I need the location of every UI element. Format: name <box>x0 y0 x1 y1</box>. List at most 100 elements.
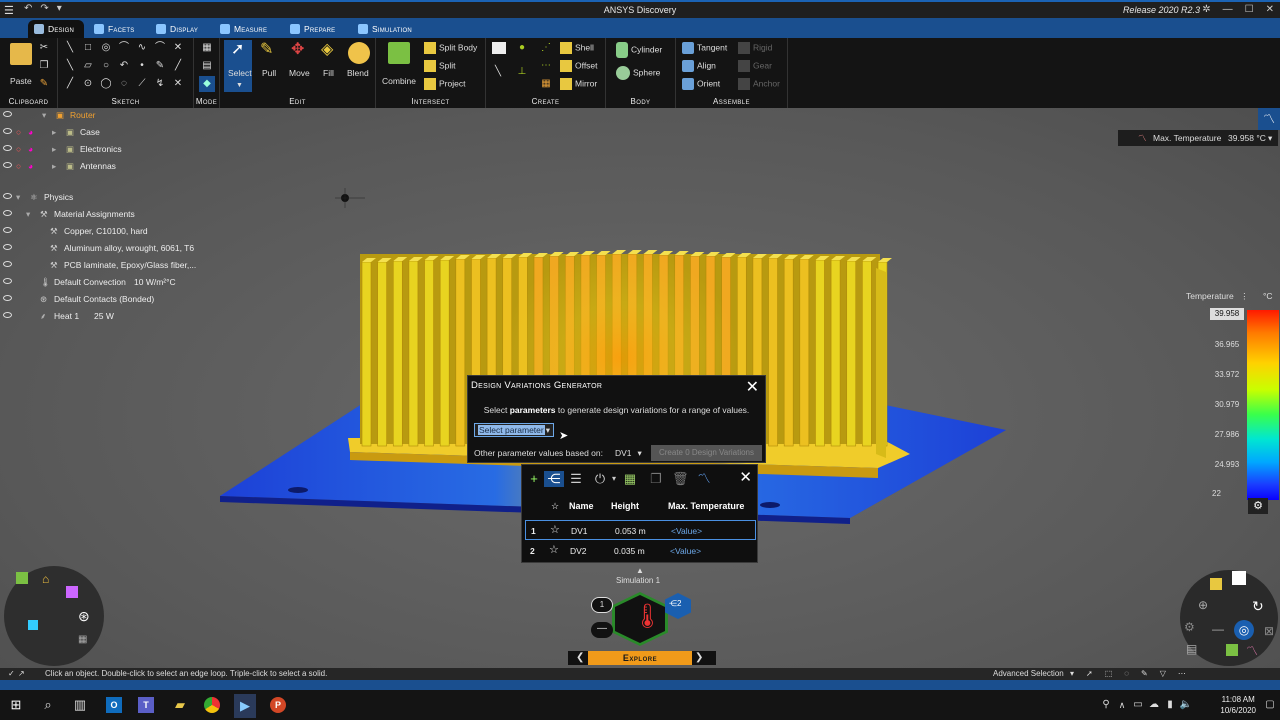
eye-icon[interactable] <box>3 111 12 117</box>
chevron-down-icon[interactable]: ▾ <box>1070 668 1074 680</box>
settings-icon[interactable]: ✲ <box>1202 4 1210 15</box>
network-icon[interactable]: ▭ <box>1130 697 1146 713</box>
expand-icon[interactable]: ▸ <box>52 161 56 172</box>
close-icon[interactable]: ✕ <box>739 468 752 486</box>
curve-icon[interactable]: ↶ <box>118 60 130 72</box>
polygon-icon[interactable]: ▱ <box>82 60 94 72</box>
rigid-button[interactable]: Rigid <box>738 42 772 54</box>
delete-icon[interactable]: 🗑 <box>672 471 689 487</box>
pen-icon[interactable]: ✎ <box>154 60 166 72</box>
up-arrow-icon[interactable]: ▲ <box>636 566 644 575</box>
collapse-icon[interactable]: ▾ <box>16 192 20 203</box>
box-select-icon[interactable]: ⬚ <box>1105 668 1113 680</box>
view-cube-icon[interactable] <box>16 572 28 584</box>
export-icon[interactable]: ▦ <box>622 471 638 487</box>
physics-view-icon[interactable] <box>1226 644 1238 656</box>
line-icon[interactable]: ╲ <box>64 42 76 54</box>
plane-icon[interactable] <box>492 42 506 54</box>
tree-item-material-assignments[interactable]: ▾ ⚒ Material Assignments <box>0 207 150 223</box>
bend-icon[interactable]: ↯ <box>154 78 166 90</box>
point-create-icon[interactable]: ● <box>516 42 528 54</box>
pull-button[interactable]: Pull <box>262 68 276 78</box>
select-parameter-dropdown[interactable]: Select parameter ▾ <box>474 423 554 437</box>
grid-icon[interactable]: ▦ <box>78 634 87 645</box>
point-icon[interactable]: • <box>136 60 148 72</box>
chevron-right-icon[interactable]: ❯ <box>695 651 703 665</box>
file-explorer-icon[interactable]: ▰ <box>172 697 188 713</box>
visibility-icon[interactable]: ○ <box>16 161 21 171</box>
scale-settings-icon[interactable]: ⚙ <box>1248 498 1268 514</box>
eye-icon[interactable] <box>3 145 12 151</box>
tray-up-icon[interactable]: ∧ <box>1114 697 1130 713</box>
tree-item-case[interactable]: ○ ◕ ▸ ▣ Case <box>0 125 140 141</box>
tree-item-electronics[interactable]: ○ ◕ ▸ ▣ Electronics <box>0 142 140 158</box>
outlook-icon[interactable]: O <box>106 697 122 713</box>
selection-mode[interactable]: Advanced Selection <box>993 668 1064 680</box>
eye-icon[interactable] <box>3 312 12 318</box>
volume-icon[interactable]: 🔈 <box>1178 697 1194 713</box>
add-icon[interactable]: + <box>526 471 542 487</box>
line2-icon[interactable]: ╲ <box>64 60 76 72</box>
table-view-icon[interactable]: ☰ <box>568 471 584 487</box>
eye-icon[interactable] <box>3 193 12 199</box>
line3-icon[interactable]: ╱ <box>64 78 76 90</box>
tangent-button[interactable]: Tangent <box>682 42 727 54</box>
rotate-icon[interactable]: ↻ <box>1252 598 1264 615</box>
dotted-circle-icon[interactable]: ◌ <box>118 78 130 90</box>
explore-button[interactable]: Explore <box>588 651 692 665</box>
pan-icon[interactable]: ⊕ <box>1198 598 1208 612</box>
color-wheel-icon[interactable]: ◕ <box>28 127 33 137</box>
tab-simulation[interactable]: Simulation <box>352 20 422 38</box>
spline-icon[interactable]: ∿ <box>136 42 148 54</box>
tab-facets[interactable]: Facets <box>88 20 144 38</box>
chevron-down-icon[interactable]: ▾ <box>606 471 622 487</box>
results-chart-icon[interactable]: 〽 <box>1258 108 1280 130</box>
axis-icon[interactable]: ╲ <box>492 66 504 78</box>
tab-prepare[interactable]: Prepare <box>284 20 345 38</box>
split-body-button[interactable]: Split Body <box>424 42 477 54</box>
tree-item-router[interactable]: ▾ ▣ Router <box>0 108 120 124</box>
circular-pattern-icon[interactable]: ⋯ <box>540 60 552 72</box>
zoom-icon[interactable]: — <box>1212 622 1224 636</box>
create-variations-button[interactable]: Create 0 Design Variations <box>651 445 762 461</box>
copy-icon[interactable]: ❐ <box>38 60 50 72</box>
more-icon[interactable]: ⋯ <box>1178 668 1186 680</box>
paint-select-icon[interactable]: ✎ <box>1141 668 1148 680</box>
circle-icon[interactable]: ◎ <box>100 42 112 54</box>
select-cursor-icon[interactable]: ➚ <box>231 42 244 58</box>
chrome-icon[interactable] <box>204 697 220 713</box>
rectangle-icon[interactable]: □ <box>82 42 94 54</box>
circle3-icon[interactable]: ◯ <box>100 78 112 90</box>
visibility-icon[interactable]: ○ <box>16 127 21 137</box>
color-wheel-icon[interactable]: ◕ <box>28 161 33 171</box>
combine-icon[interactable] <box>388 42 410 64</box>
shell-button[interactable]: Shell <box>560 42 594 54</box>
expand-icon[interactable]: ▸ <box>52 144 56 155</box>
arc-icon[interactable]: ⌒ <box>118 42 130 54</box>
eye-icon[interactable] <box>3 244 12 250</box>
display-style-icon[interactable] <box>1210 578 1222 590</box>
camera-icon[interactable]: ▤ <box>1186 642 1197 656</box>
base-dv-dropdown[interactable]: DV1 ▾ <box>615 446 647 460</box>
table-row[interactable]: 2 ☆ DV2 0.035 m <Value> <box>525 541 756 561</box>
grid-pattern-icon[interactable]: ▦ <box>540 78 552 90</box>
maximize-icon[interactable]: ☐ <box>1245 4 1254 15</box>
align-button[interactable]: Align <box>682 60 716 72</box>
powerpoint-icon[interactable]: P <box>270 697 286 713</box>
results-icon[interactable]: 〽 <box>1246 642 1258 659</box>
lasso-icon[interactable]: ◌ <box>1124 668 1129 680</box>
collapse-icon[interactable]: ▾ <box>26 209 30 220</box>
copy-icon[interactable]: ❐ <box>648 471 664 487</box>
person-icon[interactable]: ⚲ <box>1098 697 1114 713</box>
teams-icon[interactable]: T <box>138 697 154 713</box>
pull-icon[interactable]: ✎ <box>260 42 273 58</box>
eye-icon[interactable] <box>3 295 12 301</box>
select-dropdown-icon[interactable]: ▼ <box>236 82 243 89</box>
system-clock[interactable]: 11:08 AM 10/6/2020 <box>1220 694 1256 716</box>
gear-button[interactable]: Gear <box>738 60 772 72</box>
filter-icon[interactable]: ▽ <box>1160 668 1166 680</box>
search-icon[interactable]: ⌕ <box>40 697 56 713</box>
visibility-icon[interactable]: ○ <box>16 144 21 154</box>
origin-icon[interactable]: ⊥ <box>516 66 528 78</box>
tree-item-antennas[interactable]: ○ ◕ ▸ ▣ Antennas <box>0 159 140 175</box>
